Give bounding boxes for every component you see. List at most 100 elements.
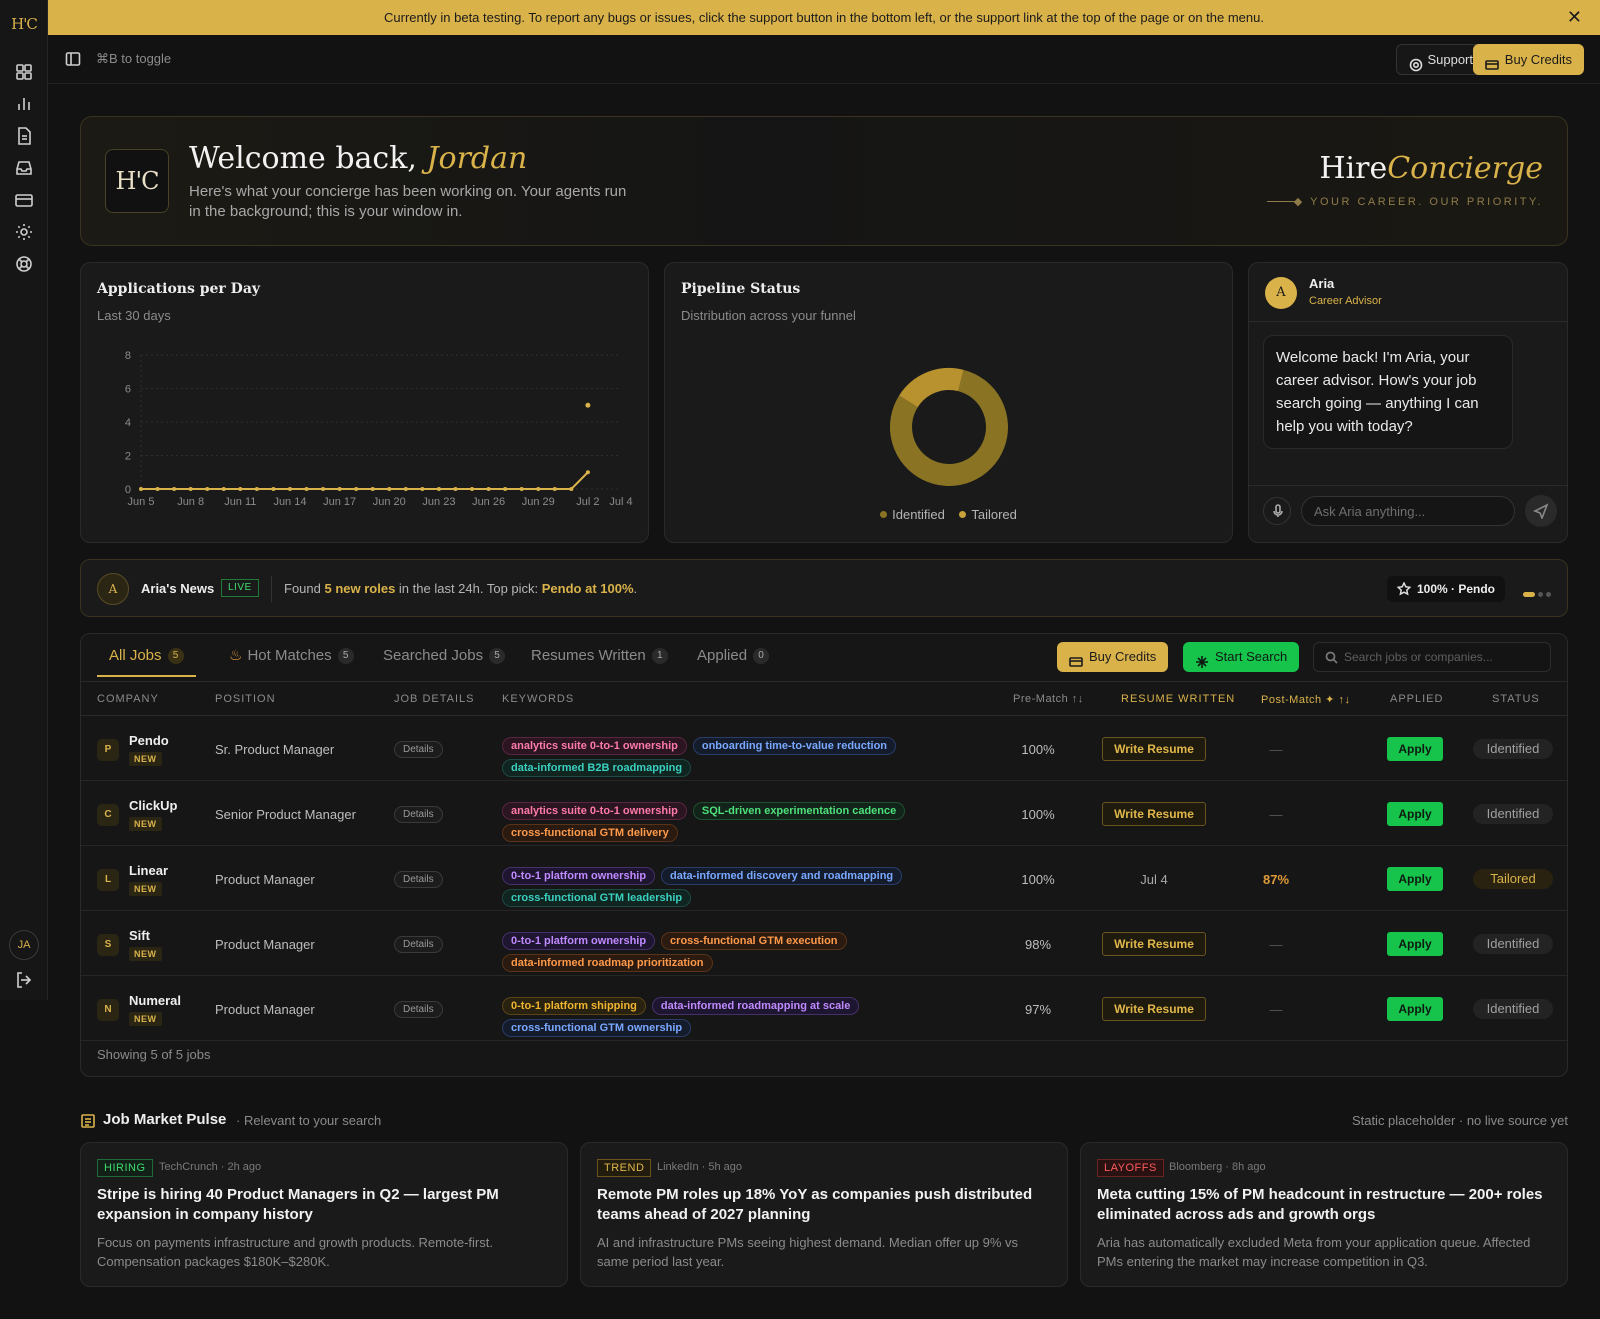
write-resume-button[interactable]: Write Resume <box>1102 737 1206 761</box>
apply-button[interactable]: Apply <box>1387 867 1443 891</box>
data-point <box>155 487 160 491</box>
sidebar-logo[interactable]: H'C <box>8 10 40 38</box>
company-initial: S <box>97 934 119 956</box>
company-name[interactable]: Sift <box>129 928 150 943</box>
write-resume-button[interactable]: Write Resume <box>1102 802 1206 826</box>
aria-chat-input[interactable] <box>1301 496 1515 526</box>
logout-icon[interactable] <box>14 970 34 990</box>
apply-button[interactable]: Apply <box>1387 932 1443 956</box>
keyword-tag: data-informed roadmap prioritization <box>502 954 713 972</box>
col-postmatch[interactable]: Post-Match ✦ ↑↓ <box>1261 693 1350 706</box>
send-button[interactable] <box>1525 495 1557 527</box>
apply-button[interactable]: Apply <box>1387 802 1443 826</box>
inbox-icon[interactable] <box>14 158 34 178</box>
pie-slice-tailored[interactable] <box>899 368 964 408</box>
divider <box>271 576 272 602</box>
tab-count: 5 <box>167 648 184 664</box>
apply-button[interactable]: Apply <box>1387 997 1443 1021</box>
tab-hot-matches[interactable]: ♨ Hot Matches 5 <box>229 634 354 677</box>
company-initial: C <box>97 804 119 826</box>
document-icon[interactable] <box>14 126 34 146</box>
brand-tagline: ◆ YOUR CAREER. OUR PRIORITY. <box>1293 196 1543 208</box>
resume-written-date: Jul 4 <box>1140 872 1168 887</box>
bar-chart-icon[interactable] <box>14 94 34 114</box>
data-point <box>585 470 590 475</box>
buy-credits-button[interactable]: Buy Credits <box>1472 44 1584 75</box>
company-name[interactable]: Numeral <box>129 993 181 1008</box>
start-search-button[interactable]: Start Search <box>1183 642 1300 672</box>
welcome-hero: H'C Welcome back, Jordan Here's what you… <box>80 116 1568 246</box>
news-text: Found 5 new roles in the last 24h. Top p… <box>284 581 637 596</box>
credit-card-icon[interactable] <box>14 190 34 210</box>
news-card[interactable]: TREND LinkedIn · 5h ago Remote PM roles … <box>580 1142 1068 1287</box>
prematch-value: 100% <box>1021 807 1055 822</box>
details-button[interactable]: Details <box>394 741 443 758</box>
keyword-tag: data-informed roadmapping at scale <box>651 997 860 1015</box>
news-card[interactable]: HIRING TechCrunch · 2h ago Stripe is hir… <box>80 1142 568 1287</box>
buy-credits-button[interactable]: Buy Credits <box>1057 642 1169 672</box>
showing-count: Showing 5 of 5 jobs <box>97 1047 211 1062</box>
y-tick-label: 0 <box>125 484 131 496</box>
x-tick-label: Jun 26 <box>472 496 505 508</box>
tab-applied[interactable]: Applied 0 <box>697 634 770 677</box>
x-tick-label: Jun 14 <box>273 496 306 508</box>
tab-resumes-written[interactable]: Resumes Written 1 <box>531 634 668 677</box>
series-line <box>141 471 589 490</box>
welcome-subtitle: Here's what your concierge has been work… <box>189 183 627 220</box>
x-tick-label: Jun 20 <box>373 496 406 508</box>
x-tick-label: Jul 4 <box>609 496 632 508</box>
details-button[interactable]: Details <box>394 871 443 888</box>
company-name[interactable]: Linear <box>129 863 168 878</box>
data-point <box>254 487 259 491</box>
news-card[interactable]: LAYOFFS Bloomberg · 8h ago Meta cutting … <box>1080 1142 1568 1287</box>
lifebuoy-icon[interactable] <box>14 254 34 274</box>
tab-label: Searched Jobs <box>383 647 484 664</box>
company-name[interactable]: Pendo <box>129 733 169 748</box>
data-point <box>354 487 359 491</box>
company-name[interactable]: ClickUp <box>129 798 177 813</box>
carousel-dot[interactable] <box>1538 592 1543 597</box>
tab-searched-jobs[interactable]: Searched Jobs 5 <box>383 634 506 677</box>
aria-message: Welcome back! I'm Aria, your career advi… <box>1263 335 1513 449</box>
news-headline: Meta cutting 15% of PM headcount in rest… <box>1097 1186 1543 1223</box>
x-tick-label: Jul 2 <box>576 496 599 508</box>
col-company: COMPANY <box>97 693 159 705</box>
y-tick-label: 2 <box>125 451 131 463</box>
job-search-field[interactable] <box>1313 642 1551 672</box>
position: Senior Product Manager <box>215 807 356 822</box>
details-button[interactable]: Details <box>394 806 443 823</box>
sparkle-icon <box>1195 650 1209 668</box>
sidebar-toggle-icon[interactable] <box>65 51 81 67</box>
close-icon[interactable]: ✕ <box>1567 0 1582 35</box>
data-point <box>139 487 143 491</box>
carousel-dot[interactable] <box>1523 592 1535 597</box>
grid-icon[interactable] <box>14 62 34 82</box>
postmatch-value: — <box>1269 807 1283 822</box>
top-pick-pill[interactable]: 100% · Pendo <box>1386 576 1505 602</box>
data-point <box>321 487 326 491</box>
user-avatar[interactable]: JA <box>9 930 39 960</box>
data-point <box>436 487 441 491</box>
aria-name: Aria <box>1309 276 1335 291</box>
details-button[interactable]: Details <box>394 936 443 953</box>
carousel-dots[interactable] <box>1520 585 1551 600</box>
y-tick-label: 6 <box>125 384 131 396</box>
job-search-input[interactable] <box>1344 643 1544 671</box>
tab-all-jobs[interactable]: All Jobs 5 <box>97 634 196 677</box>
carousel-dot[interactable] <box>1546 592 1551 597</box>
write-resume-button[interactable]: Write Resume <box>1102 932 1206 956</box>
data-point <box>238 487 243 491</box>
legend-dot <box>880 511 888 518</box>
data-point <box>486 487 491 491</box>
brand-part-a: Hire <box>1319 151 1388 186</box>
apply-button[interactable]: Apply <box>1387 737 1443 761</box>
prematch-value: 97% <box>1024 1002 1052 1017</box>
gear-icon[interactable] <box>14 222 34 242</box>
mic-button[interactable] <box>1263 497 1291 525</box>
col-prematch[interactable]: Pre-Match ↑↓ <box>1013 693 1084 705</box>
aria-avatar: A <box>97 573 129 605</box>
details-button[interactable]: Details <box>394 1001 443 1018</box>
write-resume-button[interactable]: Write Resume <box>1102 997 1206 1021</box>
y-tick-label: 4 <box>125 417 131 429</box>
new-badge: NEW <box>129 1012 162 1026</box>
